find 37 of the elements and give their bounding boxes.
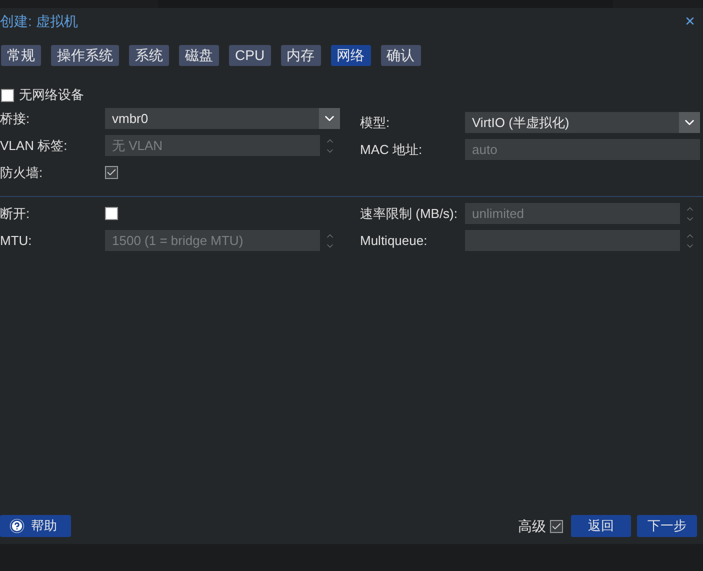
tab[interactable]: 网络 bbox=[330, 45, 371, 66]
chevron-down-icon bbox=[679, 112, 700, 133]
field-label: 桥接: bbox=[0, 110, 31, 128]
field-label: 模型: bbox=[360, 114, 391, 132]
tab[interactable]: 操作系统 bbox=[51, 45, 119, 66]
close-icon[interactable] bbox=[684, 15, 696, 27]
checkbox[interactable] bbox=[105, 166, 118, 179]
help-icon bbox=[10, 519, 24, 533]
field-label: MAC 地址: bbox=[360, 140, 424, 159]
field-label: 防火墙: bbox=[0, 164, 44, 182]
field-label: VLAN 标签: bbox=[0, 136, 68, 155]
tab[interactable]: CPU bbox=[229, 45, 271, 66]
tab[interactable]: 磁盘 bbox=[179, 45, 219, 66]
tab[interactable]: 常规 bbox=[1, 45, 41, 66]
window-title: 创建: 虚拟机 bbox=[0, 12, 78, 30]
number-field[interactable]: 无 VLAN bbox=[105, 135, 320, 156]
help-button[interactable]: 帮助 bbox=[0, 515, 71, 537]
field-label: 断开: bbox=[0, 204, 31, 223]
text-field[interactable]: auto bbox=[465, 139, 700, 160]
advanced-label: 高级 bbox=[518, 516, 546, 536]
checkbox-label: 无网络设备 bbox=[19, 86, 84, 104]
field-label: MTU: bbox=[0, 232, 33, 250]
dropdown-field[interactable]: vmbr0 bbox=[105, 108, 340, 129]
nav-button[interactable]: 下一步 bbox=[637, 515, 697, 537]
field-label: 速率限制 (MB/s): bbox=[360, 204, 458, 223]
checkbox[interactable] bbox=[550, 520, 563, 532]
field-label: Multiqueue: bbox=[360, 232, 428, 250]
chevron-down-icon bbox=[319, 108, 340, 129]
tab[interactable]: 系统 bbox=[129, 45, 169, 66]
tab[interactable]: 确认 bbox=[380, 45, 421, 66]
number-field[interactable]: unlimited bbox=[465, 203, 680, 224]
dropdown-field[interactable]: VirtIO (半虚拟化) bbox=[465, 112, 700, 133]
tab[interactable]: 内存 bbox=[280, 45, 321, 66]
checkbox[interactable] bbox=[1, 88, 14, 102]
nav-button[interactable]: 返回 bbox=[571, 515, 631, 537]
number-field[interactable]: 1500 (1 = bridge MTU) bbox=[105, 230, 320, 251]
checkbox[interactable] bbox=[105, 207, 118, 220]
